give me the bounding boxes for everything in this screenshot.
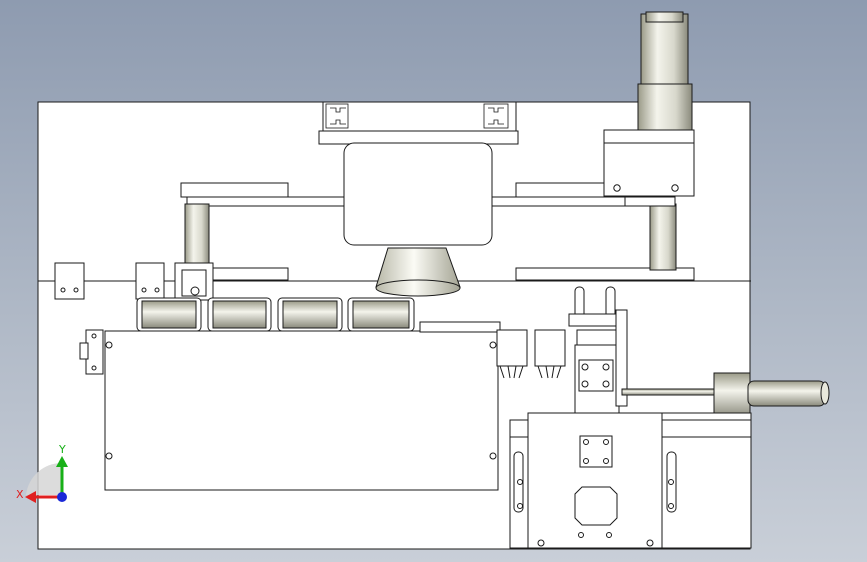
octagon-port <box>574 486 618 526</box>
y-axis-label: Y <box>59 443 66 456</box>
frame-beam-upper <box>180 182 289 198</box>
motor-cap <box>645 11 684 23</box>
guide-post-right <box>649 203 677 271</box>
assembly-drawing <box>25 11 830 550</box>
linear-rail-left <box>325 103 349 129</box>
motor-body <box>637 83 693 131</box>
bracket-mid <box>135 262 165 300</box>
pneumatic-rod <box>621 388 715 396</box>
carriage-housing <box>343 142 493 246</box>
motor-cylinder <box>640 13 689 85</box>
cad-viewport[interactable]: Y X <box>0 0 867 562</box>
control-cabinet <box>104 330 499 491</box>
gantry-top-plate <box>318 130 519 145</box>
bracket-left <box>54 262 85 300</box>
linear-rail-right <box>483 103 509 129</box>
pneumatic-cylinder <box>713 372 751 418</box>
x-axis-label: X <box>16 488 24 501</box>
lift-plate <box>527 412 663 549</box>
guide-post-right-cap <box>624 196 676 207</box>
frame-beam-upper-right <box>515 182 607 198</box>
z-axis-dot <box>57 492 67 502</box>
cone-rim <box>375 279 461 297</box>
guide-post-left <box>184 203 210 271</box>
